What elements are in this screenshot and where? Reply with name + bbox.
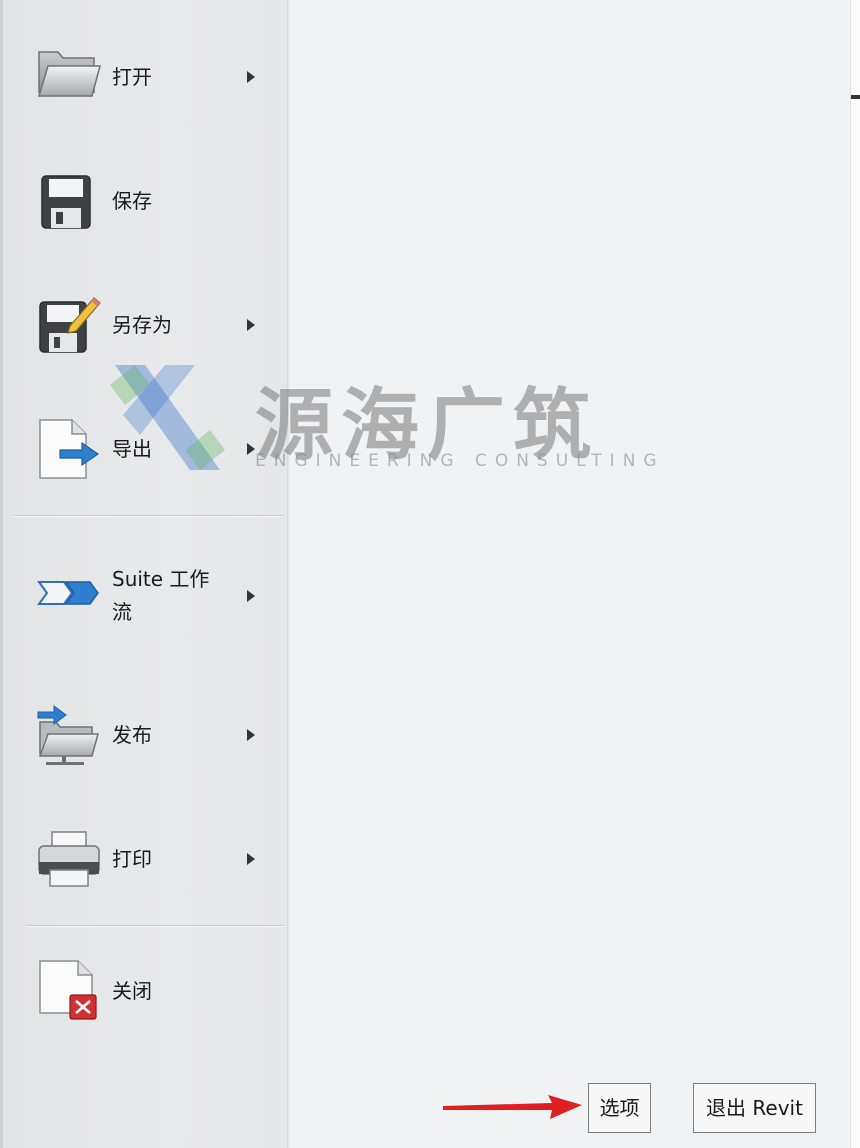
annotation-arrow-icon [443, 1095, 582, 1119]
submenu-arrow-icon [247, 319, 255, 331]
submenu-arrow-icon [247, 853, 255, 865]
menu-item-close[interactable]: 关闭 [3, 935, 284, 1045]
menu-item-suite-workflows[interactable]: Suite 工作 流 [3, 540, 284, 650]
options-button[interactable]: 选项 [588, 1083, 651, 1133]
window-edge [850, 0, 860, 1148]
menu-separator [26, 925, 284, 926]
menu-label-print: 打印 [112, 847, 152, 871]
suite-workflow-icon [36, 560, 102, 626]
menu-label-publish: 发布 [112, 723, 152, 747]
submenu-arrow-icon [247, 590, 255, 602]
menu-separator [14, 515, 284, 516]
menu-item-save[interactable]: 保存 [3, 146, 284, 256]
publish-icon [36, 702, 102, 768]
menu-item-publish[interactable]: 发布 [3, 680, 284, 790]
menu-item-save-as[interactable]: 另存为 [3, 270, 284, 380]
menu-label-close: 关闭 [112, 979, 152, 1003]
menu-item-print[interactable]: 打印 [3, 804, 284, 914]
floppy-disk-icon [36, 168, 102, 234]
submenu-arrow-icon [247, 71, 255, 83]
menu-label-save: 保存 [112, 189, 152, 213]
export-icon [36, 416, 102, 482]
recent-documents-panel [290, 0, 850, 1148]
menu-item-open[interactable]: 打开 [3, 22, 284, 132]
menu-item-export[interactable]: 导出 [3, 394, 284, 504]
menu-label-save-as: 另存为 [112, 313, 172, 337]
submenu-arrow-icon [247, 443, 255, 455]
folder-open-icon [36, 44, 102, 110]
exit-revit-button[interactable]: 退出 Revit [693, 1083, 816, 1133]
close-document-icon [36, 957, 102, 1023]
save-as-icon [36, 292, 102, 358]
printer-icon [36, 826, 102, 892]
menu-label-open: 打开 [112, 65, 152, 89]
menu-label-suite-workflows-line1: Suite 工作 [112, 567, 210, 591]
menu-label-export: 导出 [112, 437, 152, 461]
menu-label-suite-workflows-line2: 流 [112, 600, 132, 624]
submenu-arrow-icon [247, 729, 255, 741]
